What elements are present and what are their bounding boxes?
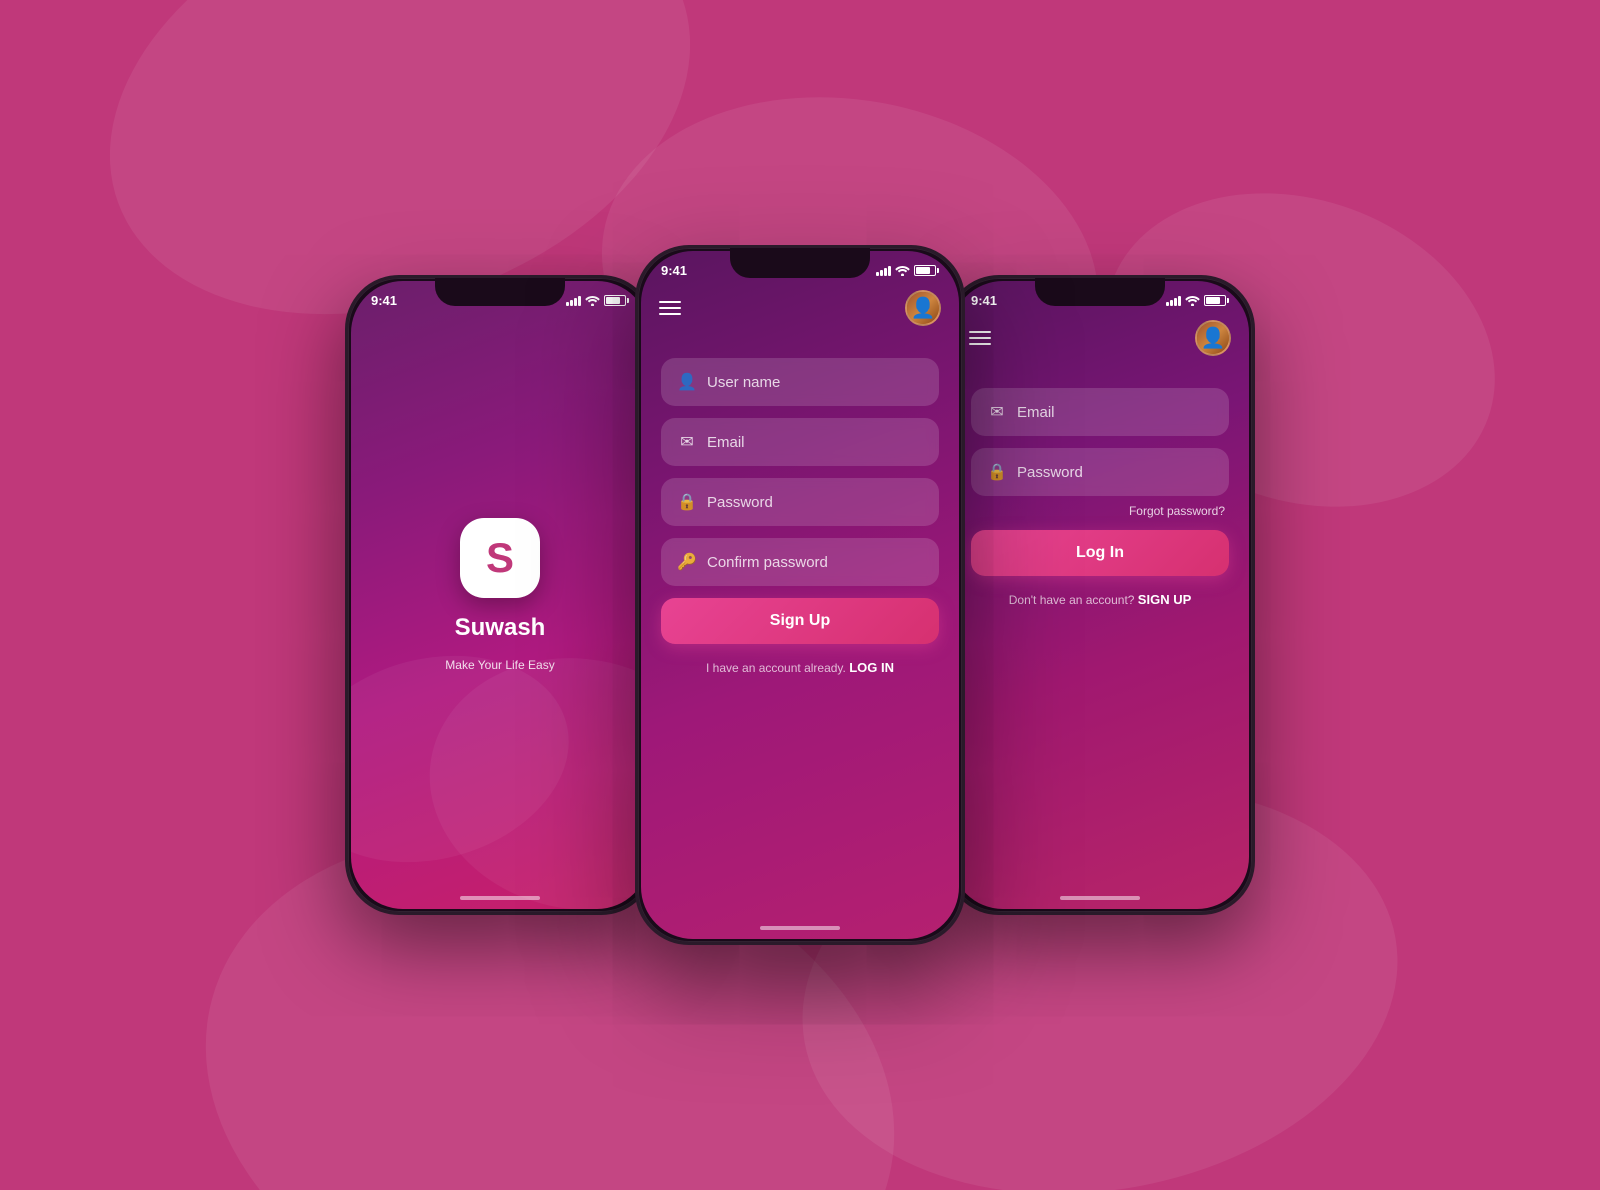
wifi-icon-center <box>895 265 910 276</box>
signal-bars-left <box>566 296 581 306</box>
email-field-right[interactable]: ✉ Email <box>971 388 1229 436</box>
key-icon: 🔑 <box>677 552 697 572</box>
login-link[interactable]: LOG IN <box>849 660 894 675</box>
battery-left <box>604 295 629 306</box>
email-icon-center: ✉ <box>677 432 697 452</box>
login-button[interactable]: Log In <box>971 530 1229 576</box>
phone-signup: 9:41 <box>635 245 965 945</box>
status-bar-left: 9:41 <box>351 281 649 312</box>
hamburger-menu-center[interactable] <box>659 301 681 315</box>
signal-bar-4 <box>578 296 581 306</box>
lock-icon-center: 🔒 <box>677 492 697 512</box>
password-field-center[interactable]: 🔒 Password <box>661 478 939 526</box>
home-indicator-right <box>1060 896 1140 900</box>
splash-screen: 9:41 <box>351 281 649 909</box>
hamburger-line <box>659 301 681 303</box>
avatar-right[interactable] <box>1195 320 1231 356</box>
battery-center <box>914 265 939 276</box>
avatar-center[interactable] <box>905 290 941 326</box>
screen-splash: 9:41 <box>351 281 649 909</box>
status-time-left: 9:41 <box>371 293 397 308</box>
home-indicator-center <box>760 926 840 930</box>
email-field-center[interactable]: ✉ Email <box>661 418 939 466</box>
status-icons-right <box>1166 295 1229 306</box>
wifi-icon-left <box>585 295 600 306</box>
email-label-right: Email <box>1017 404 1055 421</box>
app-name: Suwash <box>455 614 546 642</box>
app-logo: S <box>460 518 540 598</box>
screen-login: 9:41 <box>951 281 1249 909</box>
forgot-password-link[interactable]: Forgot password? <box>971 504 1229 518</box>
lock-icon-right: 🔒 <box>987 462 1007 482</box>
signal-bar-2 <box>570 300 573 306</box>
battery-right <box>1204 295 1229 306</box>
password-label-right: Password <box>1017 464 1083 481</box>
signup-button[interactable]: Sign Up <box>661 598 939 644</box>
signal-bars-center <box>876 266 891 276</box>
signup-screen: 9:41 <box>641 251 959 939</box>
hamburger-line <box>659 313 681 315</box>
signup-link[interactable]: SIGN UP <box>1138 592 1191 607</box>
footer-text-right: Don't have an account? <box>1009 593 1135 607</box>
email-label-center: Email <box>707 434 745 451</box>
user-icon: 👤 <box>677 372 697 392</box>
avatar-image-center <box>907 292 939 324</box>
hamburger-menu-right[interactable] <box>969 331 991 345</box>
screen-signup: 9:41 <box>641 251 959 939</box>
wifi-icon-right <box>1185 295 1200 306</box>
notch-right <box>1035 278 1165 306</box>
status-icons-center <box>876 265 939 276</box>
username-field[interactable]: 👤 User name <box>661 358 939 406</box>
password-label-center: Password <box>707 494 773 511</box>
login-form: ✉ Email 🔒 Password Forgot password? Log … <box>951 368 1249 909</box>
phone-splash: 9:41 <box>345 275 655 915</box>
signal-bar-3 <box>574 298 577 306</box>
top-bar-center <box>641 282 959 338</box>
phone-login: 9:41 <box>945 275 1255 915</box>
username-label: User name <box>707 374 780 391</box>
top-bar-right <box>951 312 1249 368</box>
avatar-image-right <box>1197 322 1229 354</box>
footer-text-center: I have an account already. <box>706 661 846 675</box>
login-screen: 9:41 <box>951 281 1249 909</box>
status-icons-left <box>566 295 629 306</box>
status-time-right: 9:41 <box>971 293 997 308</box>
app-logo-letter: S <box>486 534 514 582</box>
hamburger-line <box>659 307 681 309</box>
signal-bars-right <box>1166 296 1181 306</box>
signup-footer: I have an account already. LOG IN <box>661 660 939 675</box>
home-indicator-left <box>460 896 540 900</box>
email-icon-right: ✉ <box>987 402 1007 422</box>
signup-form: 👤 User name ✉ Email 🔒 Password 🔑 Confirm… <box>641 338 959 939</box>
notch-center <box>730 248 870 278</box>
confirm-password-field[interactable]: 🔑 Confirm password <box>661 538 939 586</box>
phones-container: 9:41 <box>345 245 1255 945</box>
status-time-center: 9:41 <box>661 263 687 278</box>
login-footer: Don't have an account? SIGN UP <box>971 592 1229 607</box>
app-tagline: Make Your Life Easy <box>445 658 554 672</box>
password-field-right[interactable]: 🔒 Password <box>971 448 1229 496</box>
confirm-password-label: Confirm password <box>707 554 828 571</box>
signal-bar-1 <box>566 302 569 306</box>
